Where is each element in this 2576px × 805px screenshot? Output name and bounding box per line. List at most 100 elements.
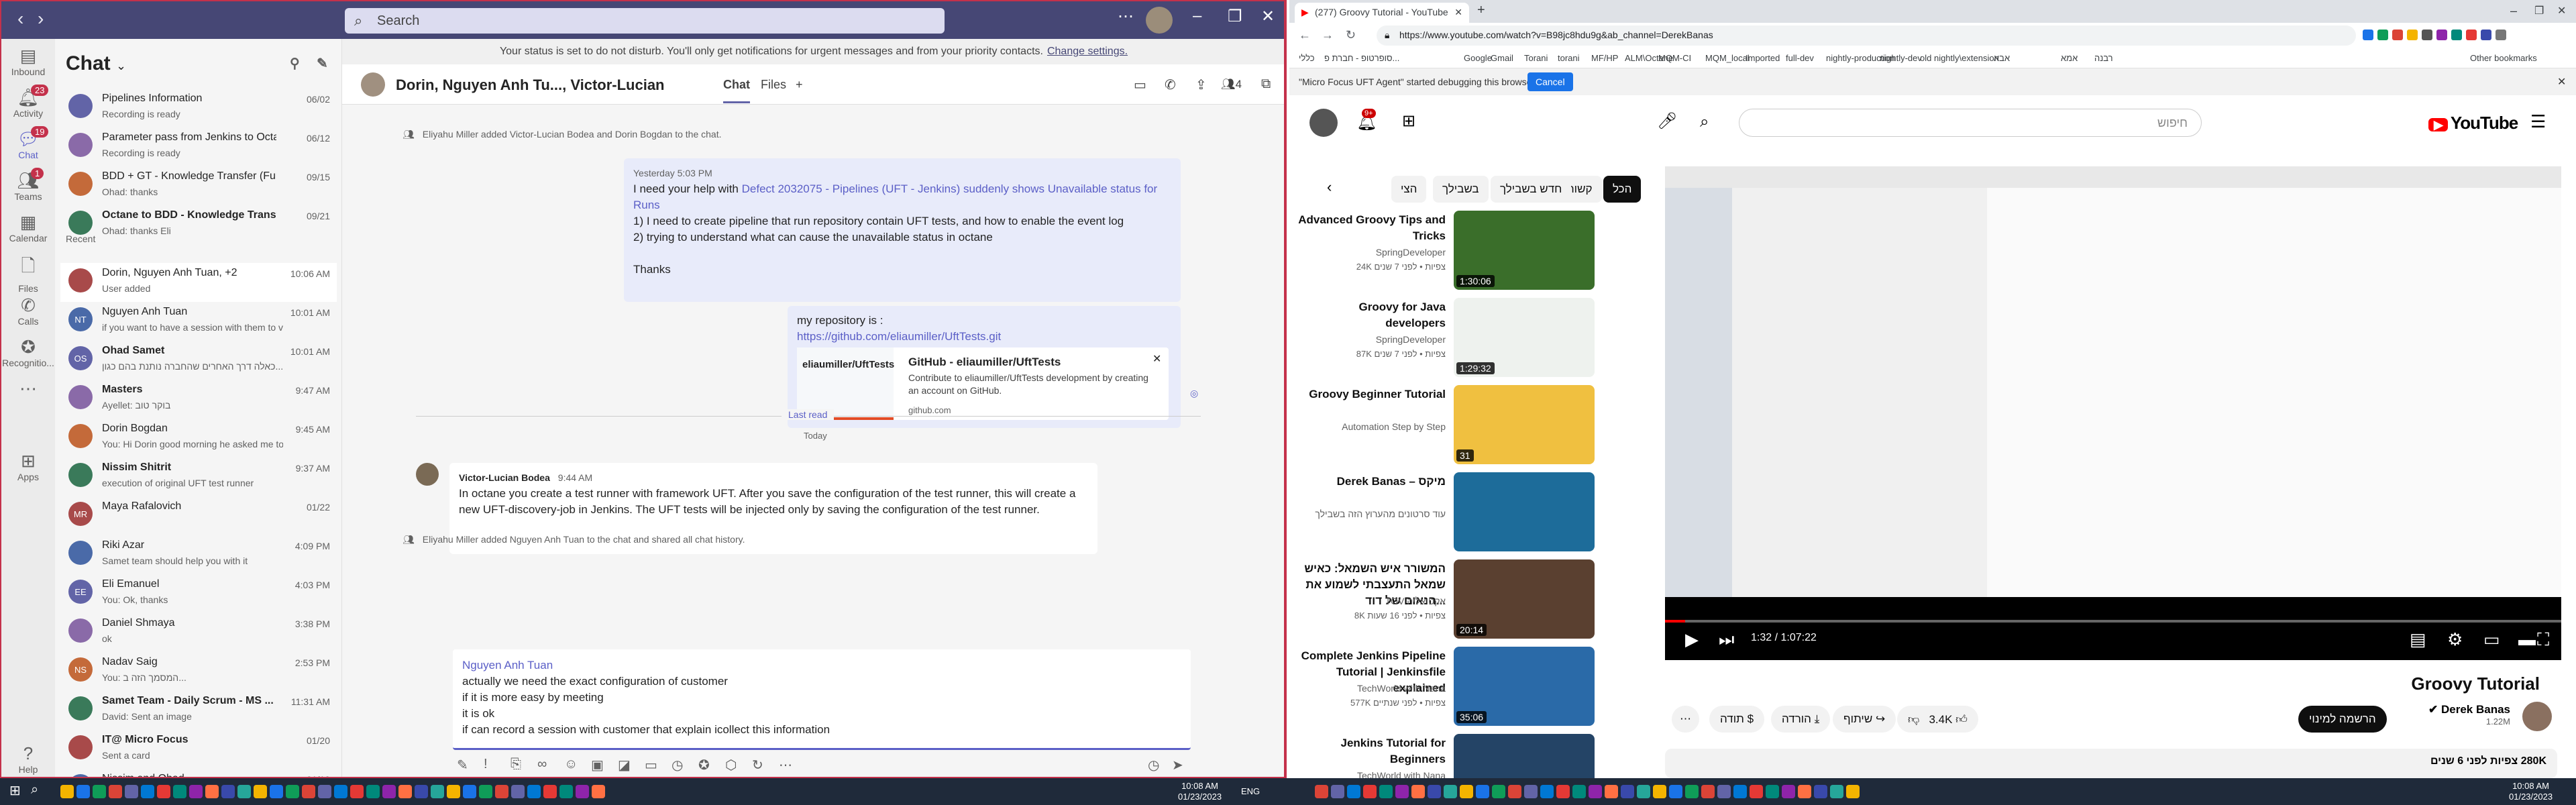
taskbar-app-icon[interactable]: [543, 785, 557, 798]
extension-icon[interactable]: [2422, 30, 2432, 40]
link-preview-card[interactable]: eliaumiller/UftTests GitHub - eliaumille…: [797, 347, 1169, 420]
close-tab-icon[interactable]: ✕: [1454, 7, 1462, 18]
taskbar-app-icon[interactable]: [382, 785, 396, 798]
filter-icon[interactable]: ⚲: [290, 55, 300, 72]
taskbar-app-icon[interactable]: [447, 785, 460, 798]
chat-list-item[interactable]: EE Eli Emanuel You: Ok, thanks 4:03 PM: [60, 574, 337, 613]
extension-icon[interactable]: [2496, 30, 2506, 40]
channel-name[interactable]: SpringDeveloper: [1298, 334, 1446, 345]
taskbar-app-icon[interactable]: [1444, 785, 1457, 798]
thanks-button[interactable]: תודה $: [1709, 706, 1765, 733]
chat-title[interactable]: Dorin, Nguyen Anh Tu..., Victor-Lucian: [396, 76, 665, 94]
taskbar-app-icon[interactable]: [559, 785, 573, 798]
captions-icon[interactable]: ▤: [2410, 629, 2426, 650]
popout-icon[interactable]: ⧉: [1261, 76, 1271, 92]
rail-chat[interactable]: 💬︎ 19 Chat: [1, 126, 55, 160]
play-icon[interactable]: ▶: [1685, 629, 1699, 650]
language-indicator[interactable]: ENG: [1241, 786, 1260, 796]
bookmark-item[interactable]: MQM_local: [1705, 53, 1750, 63]
search-input[interactable]: חיפוש: [1739, 109, 2202, 137]
recommended-video[interactable]: Derek Banas – מיקס עוד סרטונים מהערוץ הזה…: [1315, 472, 1595, 553]
chevron-down-icon[interactable]: ⌄: [116, 59, 126, 72]
taskbar-app-icon[interactable]: [1653, 785, 1666, 798]
loop-icon[interactable]: ∞: [537, 757, 547, 772]
taskbar-app-icon[interactable]: [350, 785, 364, 798]
video-title[interactable]: Jenkins Tutorial for Beginners: [1298, 735, 1446, 767]
chat-list-item[interactable]: Samet Team - Daily Scrum - MS ... David: …: [60, 691, 337, 730]
compose-box[interactable]: Nguyen Anh Tuan actually we need the exa…: [453, 649, 1191, 750]
taskbar-app-icon[interactable]: [1733, 785, 1747, 798]
taskbar-app-icon[interactable]: [1492, 785, 1505, 798]
extension-icon[interactable]: [2481, 30, 2491, 40]
taskbar-app-icon[interactable]: [495, 785, 508, 798]
taskbar-app-icon[interactable]: [398, 785, 412, 798]
back-arrow-icon[interactable]: ←: [1299, 28, 1311, 42]
rail-recognition[interactable]: ✪ Recognitio...: [1, 337, 55, 368]
chat-list-item[interactable]: Daniel Shmaya ok 3:38 PM: [60, 613, 337, 652]
taskbar-app-icon[interactable]: [511, 785, 525, 798]
taskbar-app-icon[interactable]: [592, 785, 605, 798]
channel-info[interactable]: ✔ Derek Banas 1.22M: [2383, 703, 2510, 727]
bookmark-item[interactable]: MF/HP: [1591, 53, 1618, 63]
chat-list-item[interactable]: Dorin, Nguyen Anh Tuan, +2 User added 10:0…: [60, 263, 337, 302]
taskbar-app-icon[interactable]: [1556, 785, 1570, 798]
taskbar-app-icon[interactable]: [1846, 785, 1860, 798]
rail-more[interactable]: ⋯: [1, 378, 55, 399]
chat-list-item[interactable]: MR Maya Rafalovich 01/22: [60, 496, 337, 535]
taskbar-app-icon[interactable]: [366, 785, 380, 798]
video-call-icon[interactable]: ▭: [1134, 76, 1146, 93]
taskbar-app-icon[interactable]: [318, 785, 331, 798]
add-tab-button[interactable]: +: [796, 78, 803, 92]
rail-activity[interactable]: 🔔︎ 23 Activity: [1, 85, 55, 119]
ufo-icon[interactable]: ⬡: [725, 757, 737, 773]
bookmark-item[interactable]: רבנה: [2094, 53, 2113, 63]
tab-chat[interactable]: Chat: [723, 78, 750, 103]
share-icon[interactable]: ⇪: [1195, 76, 1207, 93]
extension-icon[interactable]: [2451, 30, 2462, 40]
rail-inbound[interactable]: ▤ Inbound: [1, 46, 55, 77]
more-icon[interactable]: ⋯: [779, 757, 792, 773]
search-input[interactable]: ⌕ Search: [345, 8, 945, 34]
cancel-button[interactable]: Cancel: [1527, 72, 1573, 91]
taskbar-app-icon[interactable]: [431, 785, 444, 798]
taskbar-app-icon[interactable]: [1830, 785, 1843, 798]
video-title[interactable]: Groovy Beginner Tutorial: [1298, 386, 1446, 402]
back-arrow-icon[interactable]: ‹: [17, 8, 23, 30]
recommended-video[interactable]: 20:14 המשורר איש השמאל: כאיש שמאל התעצבתי…: [1304, 559, 1595, 640]
taskbar-app-icon[interactable]: [205, 785, 219, 798]
video-thumbnail[interactable]: [1454, 472, 1595, 551]
settings-gear-icon[interactable]: ⚙: [2447, 629, 2463, 650]
taskbar-app-icon[interactable]: [189, 785, 203, 798]
close-icon[interactable]: ✕: [2557, 75, 2566, 89]
maximize-icon[interactable]: ❐: [1228, 7, 1242, 26]
mic-icon[interactable]: 🎤︎: [1657, 111, 1677, 131]
create-icon[interactable]: ⊞: [1402, 111, 1415, 131]
chat-list-item[interactable]: Riki Azar Samet team should help you with…: [60, 535, 337, 574]
close-icon[interactable]: ✕: [1152, 352, 1161, 368]
gif-icon[interactable]: ▣: [591, 757, 604, 773]
taskbar-app-icon[interactable]: [141, 785, 154, 798]
taskbar-app-icon[interactable]: [1572, 785, 1586, 798]
taskbar-app-icon[interactable]: [1347, 785, 1360, 798]
channel-name[interactable]: TOV אקטואליה: [1298, 596, 1446, 606]
change-settings-link[interactable]: Change settings.: [1047, 46, 1128, 58]
recommended-video[interactable]: 1:30:06 Advanced Groovy Tips and Tricks Sp…: [1298, 211, 1595, 291]
chat-list-item[interactable]: NT Nguyen Anh Tuan if you want to have a s…: [60, 302, 337, 341]
taskbar-app-icon[interactable]: [1428, 785, 1441, 798]
taskbar-app-icon[interactable]: [1717, 785, 1731, 798]
next-icon[interactable]: ⏭: [1719, 629, 1734, 651]
avatar[interactable]: [416, 463, 439, 486]
progress-bar[interactable]: [1665, 620, 2561, 623]
channel-name[interactable]: TechWorld with Nana: [1298, 683, 1446, 694]
recommended-video[interactable]: 31 Groovy Beginner Tutorial Automation Ste…: [1309, 385, 1595, 466]
taskbar-app-icon[interactable]: [1460, 785, 1473, 798]
extension-icon[interactable]: [2377, 30, 2388, 40]
taskbar-app-icon[interactable]: [463, 785, 476, 798]
bookmark-item[interactable]: nightly-dev: [1880, 53, 1922, 63]
taskbar-app-icon[interactable]: [1395, 785, 1409, 798]
bookmark-item[interactable]: אבא: [1994, 53, 2010, 63]
dislike-icon[interactable]: 👎︎: [1908, 713, 1919, 726]
chat-list-item[interactable]: Pipelines Information Recording is ready 0…: [60, 89, 337, 127]
chat-list-item[interactable]: NS Nadav Saig You: המסמך הזה ב... 2:53 PM: [60, 652, 337, 691]
address-bar[interactable]: 🔒︎ https://www.youtube.com/watch?v=B98jc8…: [1377, 25, 2356, 46]
